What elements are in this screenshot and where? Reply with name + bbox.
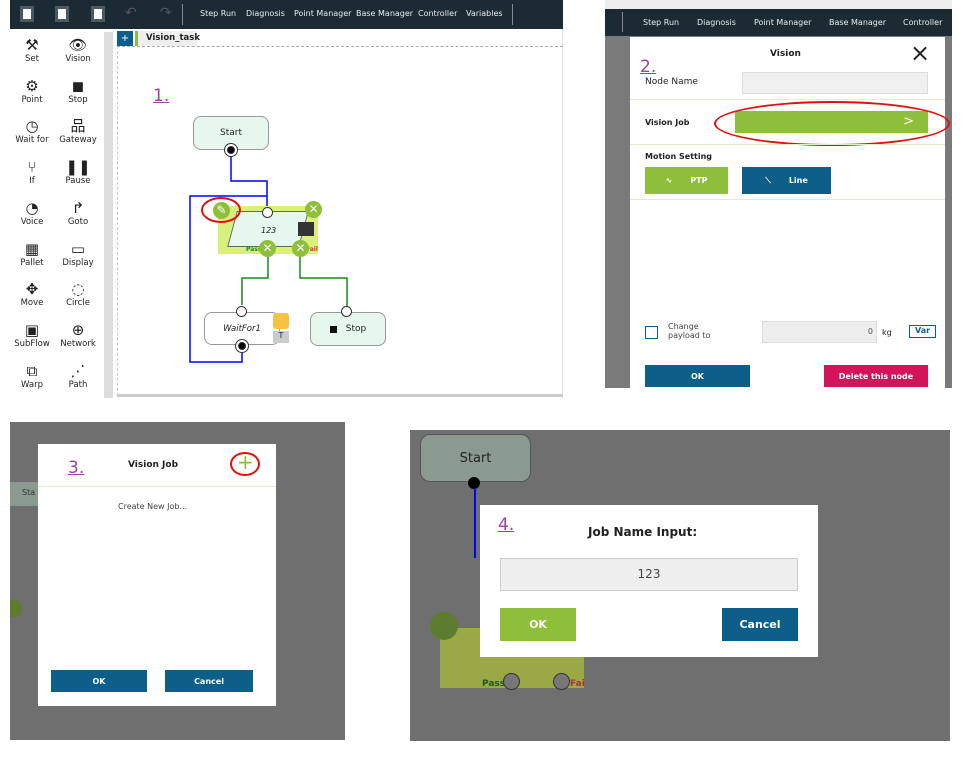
payload-unit: kg [882, 328, 892, 337]
divider [630, 99, 945, 100]
node-name-label: Node Name [645, 77, 698, 87]
vision-node-label: 123 [261, 226, 277, 235]
output-port[interactable] [227, 146, 235, 154]
ptp-curve-icon: ∿ [665, 176, 673, 185]
highlight-circle [230, 452, 260, 476]
top-toolbar: Step Run Diagnosis Point Manager Base Ma… [605, 9, 952, 36]
background-fail-label: Fai [570, 679, 585, 689]
background-port [553, 673, 570, 690]
nav-base-manager[interactable]: Base Manager [829, 18, 886, 27]
ok-button[interactable]: OK [500, 608, 576, 641]
highlight-ellipse [714, 101, 950, 146]
timer-icon [273, 313, 289, 329]
input-port[interactable] [341, 306, 352, 317]
delete-node-button[interactable]: Delete this node [824, 365, 928, 387]
background-edit-icon [430, 612, 458, 640]
ptp-label: PTP [690, 176, 708, 185]
dialog-title: Vision Job [128, 460, 179, 470]
ptp-button[interactable]: ∿ PTP [645, 167, 728, 194]
background-connector [474, 488, 476, 558]
cancel-button[interactable]: Cancel [722, 608, 798, 641]
var-button[interactable]: Var [909, 325, 936, 338]
vision-dialog: 2. Vision × Node Name Vision Job > Motio… [630, 37, 950, 388]
payload-input[interactable]: 0 [762, 321, 877, 343]
background-edit-icon [10, 600, 22, 617]
line-icon: ⟍ [765, 175, 771, 185]
divider [38, 486, 276, 487]
start-label: Start [459, 451, 492, 466]
step-number: 4. [498, 515, 515, 535]
close-icon[interactable]: × [910, 39, 930, 67]
nav-diagnosis[interactable]: Diagnosis [697, 18, 736, 27]
background-start-node: Sta [10, 482, 40, 506]
line-label: Line [788, 176, 808, 185]
step-number: 2. [640, 57, 657, 77]
step-number: 3. [68, 458, 85, 478]
panel-2-vision-dialog: Step Run Diagnosis Point Manager Base Ma… [605, 0, 952, 388]
background-start-node: Start [420, 434, 531, 482]
nav-point-manager[interactable]: Point Manager [754, 18, 811, 27]
background-pass-label: Pass [482, 679, 506, 689]
highlight-circle [201, 197, 241, 223]
nav-step-run[interactable]: Step Run [643, 18, 679, 27]
node-name-input[interactable] [742, 72, 928, 94]
input-port[interactable] [236, 306, 247, 317]
panel-4-job-name-dialog: Start Pass Fai 4. Job Name Input: 123 OK… [410, 430, 950, 741]
output-port[interactable] [238, 342, 246, 350]
background-port [503, 673, 520, 690]
divider [630, 144, 945, 145]
delete-node-icon[interactable]: ✕ [305, 201, 322, 218]
divider [622, 12, 623, 32]
payload-label: Change payload to [668, 322, 711, 340]
nav-controller[interactable]: Controller [903, 18, 942, 27]
window-strip [605, 0, 952, 9]
input-port[interactable] [262, 207, 273, 218]
vision-job-label: Vision Job [645, 118, 690, 127]
pass-port-icon[interactable]: ✕ [259, 240, 276, 257]
divider [630, 199, 945, 200]
camera-icon [298, 222, 314, 236]
job-name-dialog: 4. Job Name Input: 123 OK Cancel [480, 505, 818, 657]
dialog-title: Vision [770, 49, 801, 59]
start-node[interactable]: Start [193, 116, 269, 150]
job-name-input[interactable]: 123 [500, 558, 798, 591]
cancel-button[interactable]: Cancel [165, 670, 253, 692]
vision-job-dialog: 3. Vision Job + Create New Job... OK Can… [38, 444, 276, 706]
panel-1-flow-editor: ↶ ↷ Step Run Diagnosis Point Manager Bas… [0, 0, 563, 398]
stop-label: Stop [345, 324, 367, 334]
waitfor-label: WaitFor1 [223, 323, 261, 334]
ok-button[interactable]: OK [645, 365, 750, 387]
fail-port-icon[interactable]: ✕ [292, 240, 309, 257]
stop-icon [329, 325, 337, 333]
panel-3-vision-job-dialog: Sta 3. Vision Job + Create New Job... OK… [10, 422, 345, 740]
timer-badge: T [273, 331, 289, 343]
create-new-job-item[interactable]: Create New Job... [118, 502, 187, 511]
ok-button[interactable]: OK [51, 670, 147, 692]
payload-checkbox[interactable] [645, 326, 658, 339]
dialog-title: Job Name Input: [588, 525, 698, 539]
motion-setting-label: Motion Setting [645, 152, 712, 161]
line-button[interactable]: ⟍ Line [742, 167, 831, 194]
stop-node[interactable]: Stop [310, 312, 386, 346]
